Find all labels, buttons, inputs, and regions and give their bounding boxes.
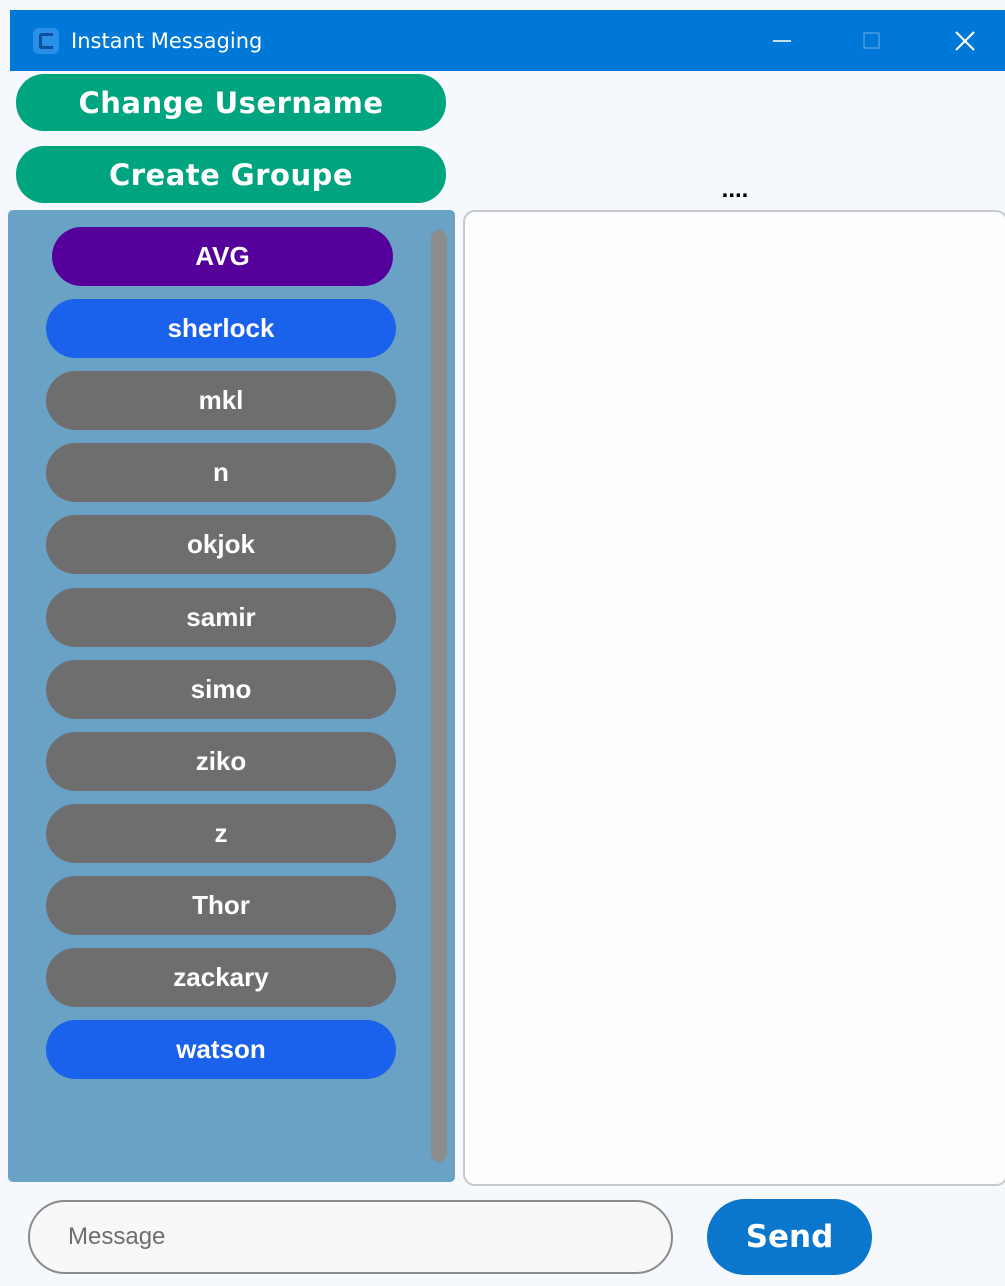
user-item[interactable]: Thor	[46, 876, 396, 935]
title-bar: Instant Messaging	[10, 10, 1005, 71]
user-item[interactable]: n	[46, 443, 396, 502]
maximize-icon	[863, 31, 880, 49]
app-icon	[33, 27, 59, 54]
user-item[interactable]: mkl	[46, 371, 396, 430]
chat-messages-area	[463, 210, 1005, 1186]
user-item[interactable]: sherlock	[46, 299, 396, 358]
create-group-button[interactable]: Create Groupe	[16, 146, 446, 203]
send-button[interactable]: Send	[707, 1199, 872, 1275]
user-list-scrollbar[interactable]	[431, 230, 447, 1162]
close-icon	[955, 30, 975, 51]
user-item[interactable]: okjok	[46, 515, 396, 574]
window-title: Instant Messaging	[71, 28, 263, 53]
maximize-button[interactable]	[842, 10, 902, 71]
user-item[interactable]: z	[46, 804, 396, 863]
chat-title: ....	[721, 176, 749, 203]
user-list-panel: AVG sherlock mkl n okjok samir simo ziko z Thor za…	[8, 210, 455, 1182]
user-item[interactable]: AVG	[52, 227, 393, 286]
user-item[interactable]: simo	[46, 660, 396, 719]
minimize-button[interactable]	[752, 10, 812, 71]
user-item[interactable]: watson	[46, 1020, 396, 1079]
user-item[interactable]: samir	[46, 588, 396, 647]
minimize-icon	[773, 39, 791, 42]
close-button[interactable]	[935, 10, 995, 71]
message-input[interactable]	[28, 1200, 673, 1274]
user-item[interactable]: ziko	[46, 732, 396, 791]
change-username-button[interactable]: Change Username	[16, 74, 446, 131]
user-item[interactable]: zackary	[46, 948, 396, 1007]
